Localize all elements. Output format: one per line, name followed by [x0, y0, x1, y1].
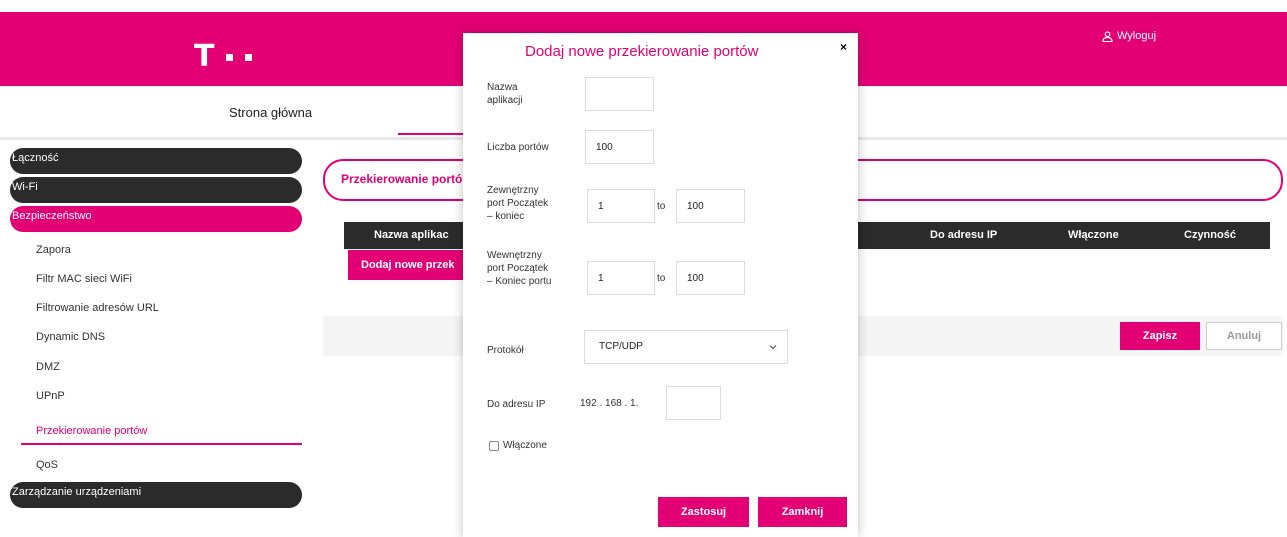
logo-dot [245, 53, 253, 61]
port-count-label: Liczba portów [487, 142, 549, 153]
sidebar-item-label: Zarządzanie urządzeniami [12, 486, 142, 498]
column-header-action: Czynność [1184, 229, 1236, 241]
nav-active-underline [398, 133, 464, 135]
sidebar-subitem-ddns[interactable]: Dynamic DNS [36, 331, 105, 343]
sidebar-item-label: Wi-Fi [12, 181, 38, 193]
sidebar-item-label: Łączność [12, 152, 59, 164]
external-port-start-input[interactable] [587, 189, 655, 223]
nav-home[interactable]: Strona główna [229, 105, 312, 120]
column-header-ip: Do adresu IP [930, 229, 998, 241]
sidebar-item-security[interactable]: Bezpieczeństwo [10, 206, 302, 232]
sidebar-subitem-port-forwarding[interactable]: Przekierowanie portów [36, 425, 147, 437]
sidebar-subitem-upnp[interactable]: UPnP [36, 390, 65, 402]
sidebar-item-connectivity[interactable]: Łączność [10, 148, 302, 174]
protocol-select[interactable]: TCP/UDP [584, 330, 788, 364]
add-port-forwarding-modal: Dodaj nowe przekierowanie portów × Nazwa… [463, 33, 858, 537]
logo-dot [226, 53, 234, 61]
enabled-label: Włączone [503, 440, 547, 451]
column-header-app-name: Nazwa aplikac [374, 229, 449, 241]
user-icon [1102, 30, 1113, 42]
section-title: Przekierowanie portó [341, 172, 463, 186]
protocol-selected-value: TCP/UDP [599, 341, 643, 352]
telekom-logo[interactable]: T [194, 39, 253, 74]
external-port-end-input[interactable] [676, 189, 745, 223]
ip-last-octet-input[interactable] [666, 386, 721, 420]
column-header-enabled: Włączone [1068, 229, 1119, 241]
close-icon[interactable]: × [840, 40, 847, 54]
internal-port-end-input[interactable] [676, 261, 745, 295]
ip-prefix: 192 . 168 . 1. [580, 398, 639, 409]
sidebar-subitem-url-filter[interactable]: Filtrowanie adresów URL [36, 302, 159, 314]
logout-label: Wyloguj [1117, 30, 1157, 42]
add-port-forwarding-button[interactable]: Dodaj nowe przek [348, 250, 468, 280]
enabled-checkbox[interactable] [489, 441, 499, 451]
internal-port-start-input[interactable] [587, 261, 655, 295]
close-button[interactable]: Zamknij [758, 497, 847, 527]
sidebar-subitem-qos[interactable]: QoS [36, 459, 58, 471]
port-count-input[interactable] [585, 130, 654, 164]
app-name-input[interactable] [585, 77, 654, 111]
protocol-label: Protokół [487, 345, 524, 356]
save-button[interactable]: Zapisz [1120, 322, 1200, 350]
cancel-button[interactable]: Anuluj [1206, 322, 1282, 350]
chevron-down-icon [769, 345, 777, 350]
external-port-label: Zewnętrzny port Początek – koniec [487, 185, 549, 222]
app-name-label: Nazwa aplikacji [487, 82, 523, 106]
sidebar-subitem-firewall[interactable]: Zapora [36, 244, 71, 256]
logo-t: T [194, 39, 215, 74]
external-to-label: to [657, 201, 666, 212]
modal-title: Dodaj nowe przekierowanie portów [525, 43, 759, 60]
apply-button[interactable]: Zastosuj [658, 497, 749, 527]
sidebar-active-underline [21, 443, 302, 445]
sidebar-subitem-dmz[interactable]: DMZ [36, 361, 60, 373]
sidebar-item-device-management[interactable]: Zarządzanie urządzeniami [10, 482, 302, 508]
ip-address-label: Do adresu IP [487, 399, 546, 410]
internal-to-label: to [657, 273, 666, 284]
sidebar-item-wifi[interactable]: Wi-Fi [10, 177, 302, 203]
logout-link[interactable]: Wyloguj [1102, 30, 1156, 42]
sidebar-item-label: Bezpieczeństwo [12, 210, 92, 222]
internal-port-label: Wewnętrzny port Początek – Koniec portu [487, 250, 552, 287]
sidebar-subitem-mac-filter[interactable]: Filtr MAC sieci WiFi [36, 273, 132, 285]
